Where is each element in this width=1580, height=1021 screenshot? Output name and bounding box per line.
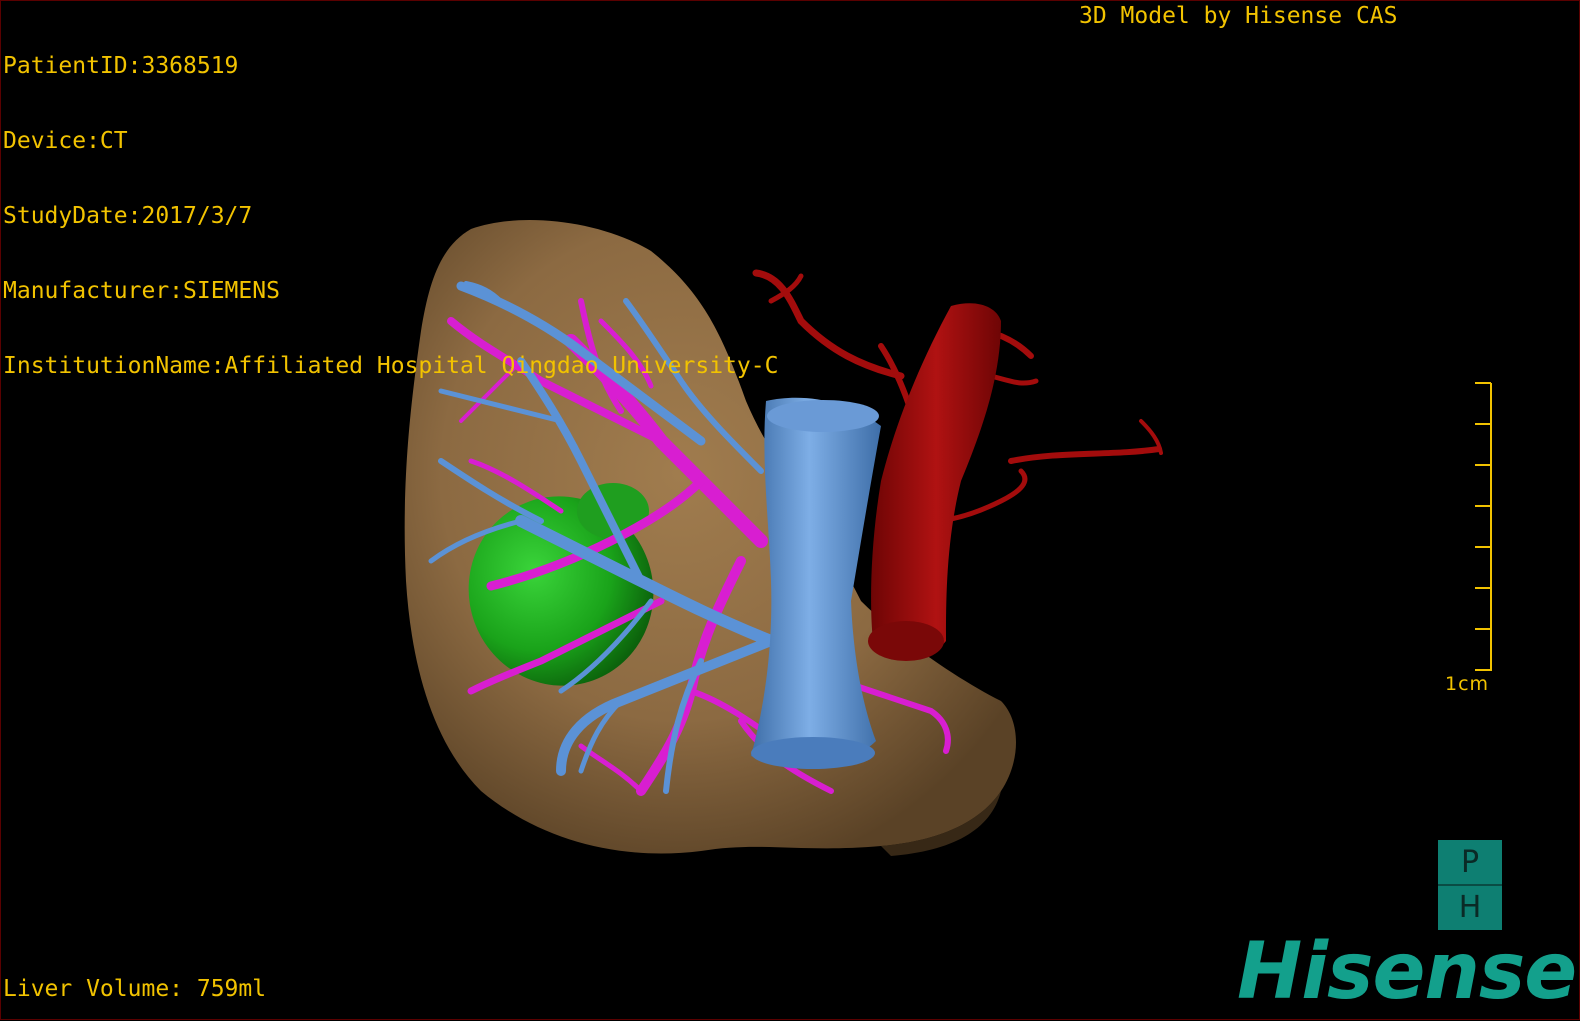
- patient-info-overlay: PatientID:3368519 Device:CT StudyDate:20…: [3, 4, 778, 429]
- hisense-logo: Hisense: [1237, 927, 1577, 1017]
- patient-id-text: PatientID:3368519: [3, 53, 239, 79]
- study-date-text: StudyDate:2017/3/7: [3, 203, 253, 229]
- orientation-top-label: P: [1460, 845, 1480, 880]
- scale-bar: [1475, 382, 1492, 671]
- ivc-bottom-opening: [751, 737, 875, 769]
- liver-volume-text: Liver Volume: 759ml: [3, 976, 267, 1002]
- 3d-viewport[interactable]: PatientID:3368519 Device:CT StudyDate:20…: [0, 0, 1580, 1020]
- institution-text: InstitutionName:Affiliated Hospital Qing…: [3, 353, 779, 379]
- orientation-bottom-label: H: [1458, 890, 1482, 925]
- scale-label: 1cm: [1445, 673, 1490, 695]
- manufacturer-text: Manufacturer:SIEMENS: [3, 278, 280, 304]
- model-credit-text: 3D Model by Hisense CAS: [1079, 3, 1398, 29]
- device-text: Device:CT: [3, 128, 128, 154]
- orientation-marker[interactable]: P H: [1438, 840, 1502, 930]
- ivc-top-opening: [767, 400, 879, 432]
- aorta-cut-end: [868, 621, 944, 661]
